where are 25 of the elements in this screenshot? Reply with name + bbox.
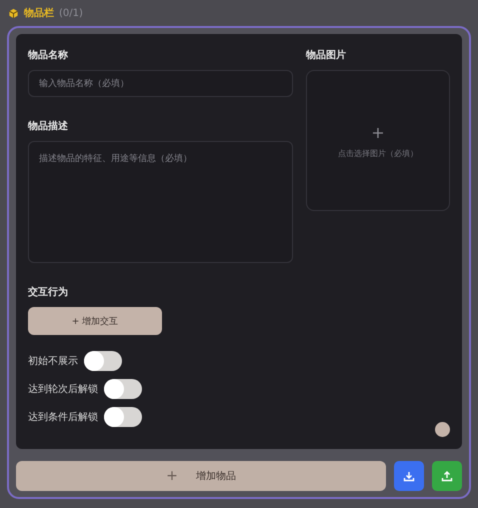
panel-title: 物品栏 <box>24 6 54 20</box>
plus-sign: + <box>371 122 385 142</box>
upload-button[interactable] <box>432 461 462 491</box>
upload-hint: 点击选择图片（必填） <box>338 148 418 158</box>
toggle-label: 初始不展示 <box>28 354 78 368</box>
toggle-switch[interactable] <box>104 407 142 427</box>
upload-icon <box>441 470 453 482</box>
toggle-switch[interactable] <box>104 379 142 399</box>
handle-dot[interactable] <box>435 422 450 437</box>
input-field[interactable]: 输入物品名称（必填） <box>28 70 293 97</box>
section-label: 交互行为 <box>28 285 68 299</box>
download-icon <box>403 470 415 482</box>
input-field[interactable]: 描述物品的特征、用途等信息（必填） <box>28 141 293 263</box>
field-label: 物品图片 <box>306 48 346 62</box>
add-item-button[interactable]: + 增加物品 <box>16 461 386 491</box>
image-upload-area[interactable]: + 点击选择图片（必填） <box>306 70 450 211</box>
toggle-label: 达到轮次后解锁 <box>28 382 98 396</box>
toggle-switch[interactable] <box>84 351 122 371</box>
field-label: 物品描述 <box>28 120 68 133</box>
item-count: (0/1) <box>59 8 83 18</box>
add-interaction-button[interactable]: + 增加交互 <box>28 307 162 335</box>
field-label: 物品名称 <box>28 48 68 62</box>
toggle-label: 达到条件后解锁 <box>28 410 98 424</box>
download-button[interactable] <box>394 461 424 491</box>
box-icon <box>8 8 19 18</box>
